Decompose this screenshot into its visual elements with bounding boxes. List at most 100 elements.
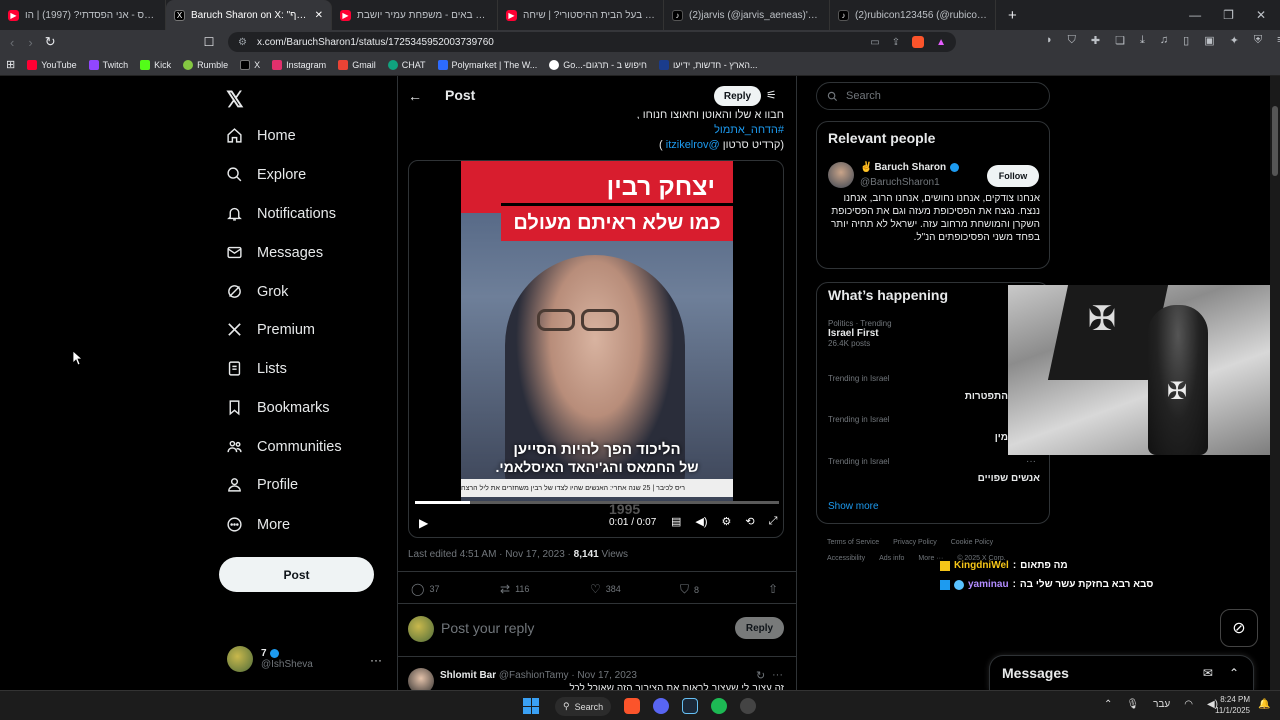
person-handle[interactable]: @BaruchSharon1	[860, 177, 940, 188]
x-logo-icon[interactable]: 𝕏	[226, 87, 244, 113]
nav-grok[interactable]: Grok	[226, 283, 288, 300]
windows-start-icon[interactable]	[523, 698, 539, 714]
more-dots-icon[interactable]: ···	[772, 669, 783, 681]
bookmark-item[interactable]: Rumble	[183, 59, 228, 70]
follow-button[interactable]: Follow	[987, 165, 1039, 187]
footer-link[interactable]: Ads info	[879, 555, 904, 562]
trend-item[interactable]: Trending in Israel	[828, 415, 890, 424]
nav-communities[interactable]: Communities	[226, 438, 342, 455]
more-dots-icon[interactable]: ···	[370, 653, 382, 667]
play-icon[interactable]: ▶	[419, 516, 428, 530]
nav-bookmarks[interactable]: Bookmarks	[226, 399, 330, 416]
scrollbar-thumb[interactable]	[1272, 106, 1278, 176]
like-action[interactable]: ♡ 384	[590, 582, 621, 596]
minimize-icon[interactable]: —	[1189, 8, 1201, 22]
language-indicator[interactable]: עבר	[1153, 699, 1170, 710]
bookmark-item[interactable]: Twitch	[88, 59, 128, 70]
forward-icon[interactable]: ›	[28, 35, 32, 50]
messages-drawer[interactable]: Messages ✉ ⌃	[989, 655, 1254, 690]
bookmark-item[interactable]: X	[240, 59, 260, 70]
bookmark-item[interactable]: הארץ - חדשות, ידיעו...	[658, 59, 757, 70]
bookmark-item[interactable]: YouTube	[27, 59, 77, 70]
extension-icon[interactable]: ✚	[1091, 34, 1100, 47]
trend-item[interactable]: Trending in Israel	[828, 457, 890, 466]
bookmark-page-icon[interactable]: ☐	[204, 35, 215, 49]
grok-icon[interactable]: ↻	[756, 669, 765, 682]
steam-icon[interactable]	[682, 698, 698, 714]
chevron-up-icon[interactable]: ⌃	[1104, 699, 1112, 710]
taskbar-search[interactable]: ⚲ Search	[555, 697, 611, 716]
url-text[interactable]: x.com/BaruchSharon1/status/1725345952003…	[257, 37, 494, 48]
reload-icon[interactable]: ↻	[45, 34, 56, 50]
captions-icon[interactable]: ▤	[671, 515, 681, 528]
trend-item[interactable]: Politics · Trending Israel First 26.4K p…	[828, 319, 892, 348]
brave-icon[interactable]	[624, 698, 640, 714]
nav-home[interactable]: Home	[226, 127, 296, 144]
browser-tab[interactable]: ▶ מי פה בעל הבית ההיסטורי? | שיחה	[498, 0, 664, 30]
nav-profile[interactable]: Profile	[226, 476, 298, 493]
music-icon[interactable]: ♫	[1160, 34, 1168, 47]
grok-floating-button[interactable]: ⊘	[1220, 609, 1258, 647]
show-more-link[interactable]: Show more	[828, 501, 879, 512]
video-progress-track[interactable]	[415, 501, 779, 504]
copy-icon[interactable]: ❏	[1115, 34, 1125, 47]
leo-icon[interactable]: ✦	[1230, 34, 1239, 47]
scrollbar[interactable]	[1270, 76, 1280, 690]
nav-notifications[interactable]: Notifications	[226, 205, 336, 222]
post-button[interactable]: Post	[219, 557, 374, 592]
hashtag-link[interactable]: #הדחה_אתמול	[420, 122, 784, 138]
apps-grid-icon[interactable]: ⊞	[6, 58, 15, 71]
person-name-row[interactable]: ✌ Baruch Sharon	[860, 162, 960, 173]
chevron-up-icon[interactable]: ⌃	[1229, 666, 1239, 680]
audio-icon[interactable]: ◗	[1046, 34, 1053, 47]
bookmark-item[interactable]: Gmail	[338, 59, 376, 70]
brave-shield-icon[interactable]	[912, 36, 925, 48]
more-dots-icon[interactable]: ···	[1026, 456, 1036, 467]
browser-tab[interactable]: ▶ היהודים באים - משפחת עמיר יושבת	[332, 0, 498, 30]
edited-timestamp[interactable]: Last edited 4:51 AM · Nov 17, 2023	[408, 549, 565, 560]
footer-link[interactable]: Cookie Policy	[951, 539, 993, 546]
shield-icon[interactable]: ⛉	[1068, 34, 1076, 47]
new-tab-button[interactable]: +	[1008, 7, 1017, 24]
close-window-icon[interactable]: ✕	[1256, 8, 1266, 22]
close-icon[interactable]: ✕	[315, 10, 323, 21]
share-action[interactable]: ⇧	[768, 582, 778, 596]
bookmark-item[interactable]: Instagram	[272, 59, 326, 70]
discord-icon[interactable]	[653, 698, 669, 714]
browser-tab[interactable]: ♪ (2)jarvis (@jarvis_aeneas)'s videos wi	[664, 0, 830, 30]
avatar[interactable]	[828, 162, 854, 188]
search-box[interactable]: Search	[816, 82, 1050, 110]
footer-link[interactable]: Terms of Service	[827, 539, 879, 546]
nav-more[interactable]: More	[226, 516, 290, 533]
video-player[interactable]: יצחק רבין כמו שלא ראיתם מעולם הליכוד הפך…	[408, 160, 784, 538]
nav-lists[interactable]: Lists	[226, 360, 287, 377]
fullscreen-icon[interactable]: ⤢	[769, 515, 778, 528]
microphone-icon[interactable]: 🎙	[1126, 699, 1139, 710]
volume-icon[interactable]: ◀)	[695, 515, 707, 528]
new-message-icon[interactable]: ✉	[1203, 666, 1213, 680]
reply-input[interactable]: Post your reply	[441, 620, 721, 636]
share-icon[interactable]: ⇪	[892, 37, 900, 48]
comment-date[interactable]: · Nov 17, 2023	[571, 670, 637, 681]
cast-icon[interactable]: ▭	[870, 37, 879, 48]
vpn-icon[interactable]: ⛨	[1254, 34, 1262, 47]
bookmark-action[interactable]: ⛉ 8	[680, 582, 699, 597]
back-icon[interactable]: ‹	[10, 35, 14, 50]
spotify-icon[interactable]	[711, 698, 727, 714]
header-reply-button[interactable]: Reply	[714, 86, 761, 106]
bookmark-item[interactable]: Polymarket | The W...	[437, 59, 537, 70]
rewind-icon[interactable]: ⟲	[745, 515, 754, 528]
site-info-icon[interactable]: ⚙	[238, 37, 247, 48]
maximize-icon[interactable]: ❐	[1223, 8, 1234, 22]
mention-link[interactable]: @itzikelrov	[666, 139, 720, 151]
browser-tab[interactable]: ♪ (2)rubicon123456 (@rubicon123456	[830, 0, 996, 30]
notification-bell-icon[interactable]: 🔔	[1258, 699, 1270, 710]
reply-action[interactable]: ◯ 37	[411, 582, 439, 596]
trend-item[interactable]: Trending in Israel	[828, 374, 890, 383]
nav-messages[interactable]: Messages	[226, 244, 323, 261]
wifi-icon[interactable]: ◠	[1184, 699, 1193, 710]
settings-sliders-icon[interactable]: ⚟	[766, 88, 777, 102]
download-icon[interactable]: ⤓	[1140, 34, 1145, 47]
sidebar-icon[interactable]: ▯	[1183, 34, 1189, 47]
reply-submit-button[interactable]: Reply	[735, 617, 784, 639]
